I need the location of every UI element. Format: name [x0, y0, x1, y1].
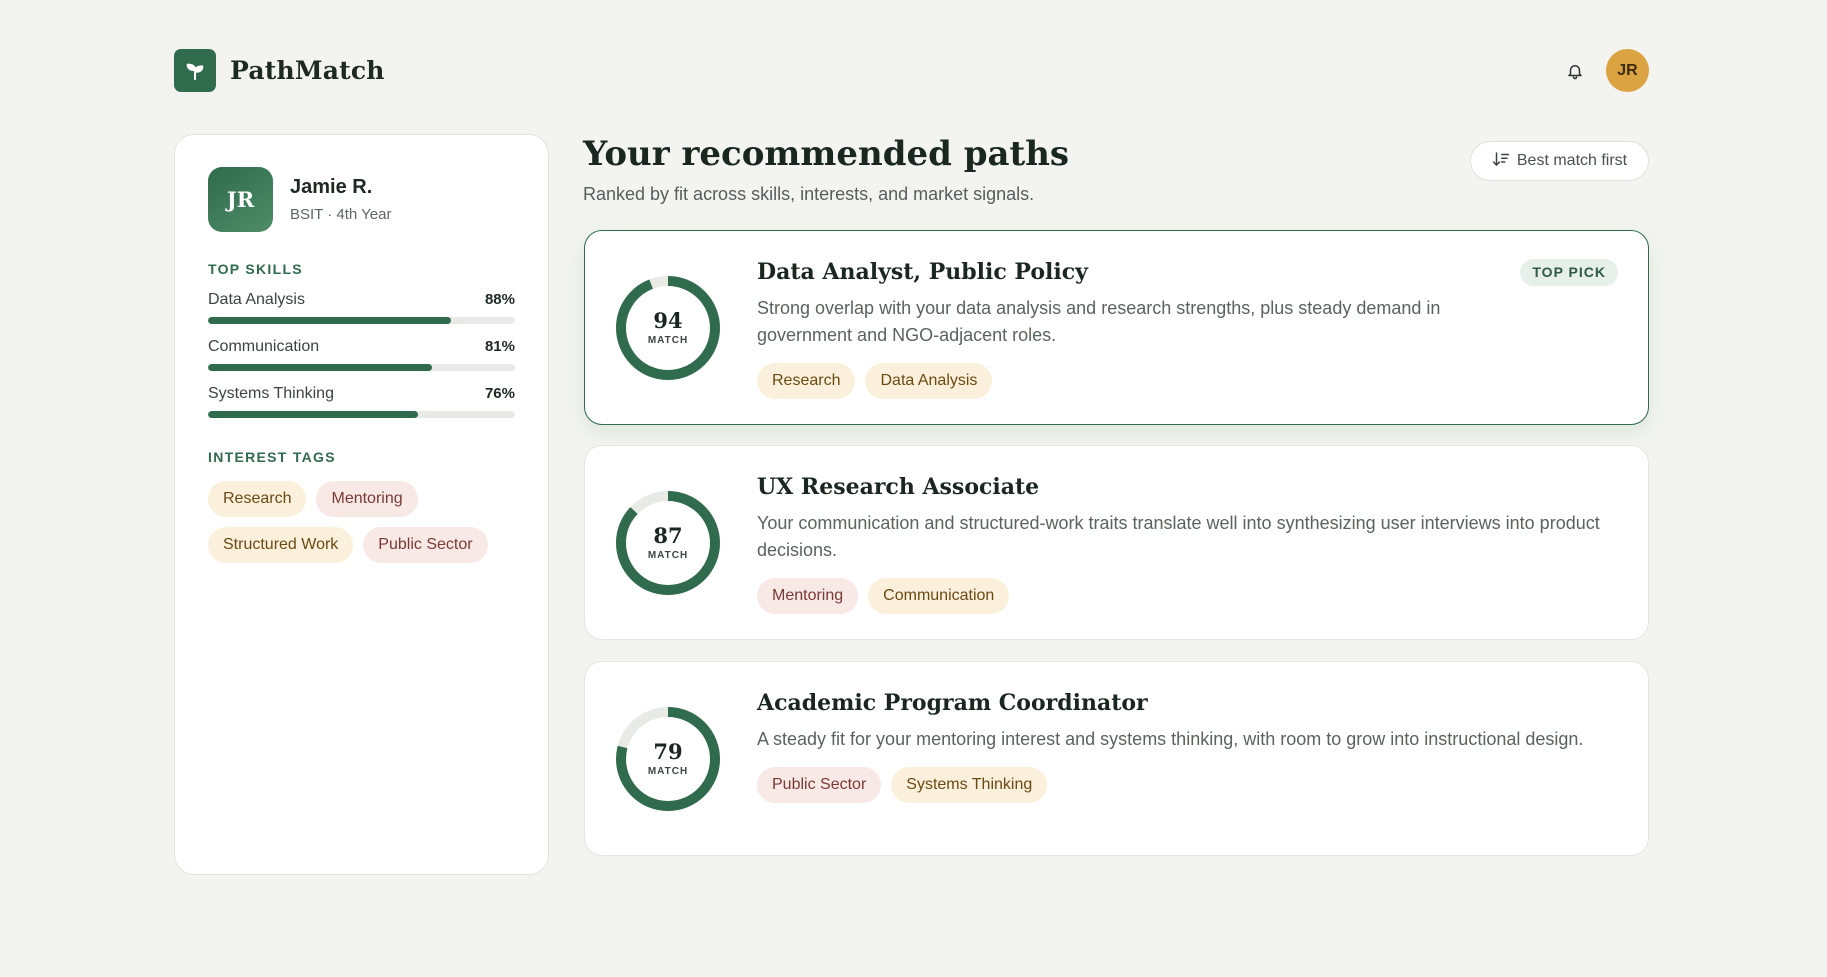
skill-percent: 76% [484, 385, 515, 402]
path-tags: Public Sector Systems Thinking [757, 767, 1618, 803]
skill-tag[interactable]: Research [757, 363, 856, 399]
skill-item: Systems Thinking 76% [208, 385, 515, 418]
page-title: Your recommended paths [583, 134, 1070, 174]
match-label: MATCH [647, 550, 689, 561]
path-tags: Mentoring Communication [757, 578, 1618, 614]
match-score: 79 [653, 739, 683, 764]
path-description: Your communication and structured-work t… [757, 513, 1600, 560]
profile-sidebar: JR Jamie R. BSIT · 4th Year TOP SKILLS D… [174, 134, 549, 875]
path-card[interactable]: 79 MATCH Academic Program Coordinator A ste… [584, 661, 1649, 856]
interest-tag[interactable]: Structured Work [208, 527, 354, 563]
skill-percent: 88% [484, 291, 515, 308]
path-title[interactable]: UX Research Associate [757, 474, 1618, 500]
skill-item: Communication 81% [208, 338, 515, 371]
skill-item: Data Analysis 88% [208, 291, 515, 324]
interest-tag[interactable]: Research [208, 481, 307, 517]
profile-name: Jamie R. [290, 176, 373, 198]
brand[interactable]: PathMatch [174, 49, 385, 92]
skill-progress-bar [208, 317, 515, 324]
path-title[interactable]: Academic Program Coordinator [757, 690, 1618, 716]
skill-tag[interactable]: Data Analysis [865, 363, 993, 399]
interest-tags: Research Mentoring Structured Work Public S… [208, 481, 515, 563]
top-pick-badge: TOP PICK [1520, 259, 1618, 286]
match-score-ring: 87 MATCH [614, 489, 722, 597]
match-label: MATCH [647, 766, 689, 777]
skill-name: Data Analysis [208, 291, 305, 308]
path-description: A steady fit for your mentoring interest… [757, 729, 1584, 749]
app-header: PathMatch JR [174, 49, 1649, 92]
path-description: Strong overlap with your data analysis a… [757, 298, 1441, 345]
path-card[interactable]: 87 MATCH UX Research Associate Your communi… [584, 445, 1649, 640]
skills-list: Data Analysis 88% Communication 81% Systems … [208, 291, 515, 418]
top-skills-heading: TOP SKILLS [208, 261, 303, 277]
profile-summary: JR Jamie R. BSIT · 4th Year [208, 167, 515, 232]
match-score-ring: 79 MATCH [614, 705, 722, 813]
path-title[interactable]: Data Analyst, Public Policy [757, 259, 1498, 285]
skill-progress-bar [208, 364, 515, 371]
interest-tags-heading: INTEREST TAGS [208, 449, 336, 465]
skill-name: Communication [208, 338, 320, 355]
match-score: 94 [653, 308, 683, 333]
app-name: PathMatch [230, 56, 385, 85]
user-avatar[interactable]: JR [1606, 49, 1649, 92]
interest-tag[interactable]: Mentoring [316, 481, 418, 517]
profile-program: BSIT · 4th Year [290, 206, 392, 223]
skill-tag[interactable]: Mentoring [757, 578, 859, 614]
header-actions: JR [1562, 49, 1649, 92]
match-label: MATCH [647, 335, 689, 346]
sort-label: Best match first [1516, 152, 1628, 169]
skill-progress-fill [208, 411, 418, 418]
sort-icon [1492, 151, 1510, 172]
skill-percent: 81% [484, 338, 515, 355]
path-tags: Research Data Analysis [757, 363, 1498, 399]
skill-progress-fill [208, 317, 452, 324]
skill-tag[interactable]: Communication [868, 578, 1010, 614]
skill-progress-fill [208, 364, 432, 371]
match-score: 87 [653, 523, 683, 548]
match-score-ring: 94 MATCH [614, 274, 722, 382]
skill-progress-bar [208, 411, 515, 418]
skill-tag[interactable]: Systems Thinking [891, 767, 1048, 803]
profile-avatar: JR [208, 167, 273, 232]
interest-tag[interactable]: Public Sector [363, 527, 488, 563]
page-subtitle: Ranked by fit across skills, interests, … [583, 184, 1035, 204]
bell-icon[interactable] [1562, 58, 1588, 84]
sprout-icon [174, 49, 216, 92]
sort-button[interactable]: Best match first [1470, 141, 1649, 181]
path-card[interactable]: 94 MATCH Data Analyst, Public Policy Strong… [584, 230, 1649, 425]
skill-tag[interactable]: Public Sector [757, 767, 882, 803]
skill-name: Systems Thinking [208, 385, 334, 402]
